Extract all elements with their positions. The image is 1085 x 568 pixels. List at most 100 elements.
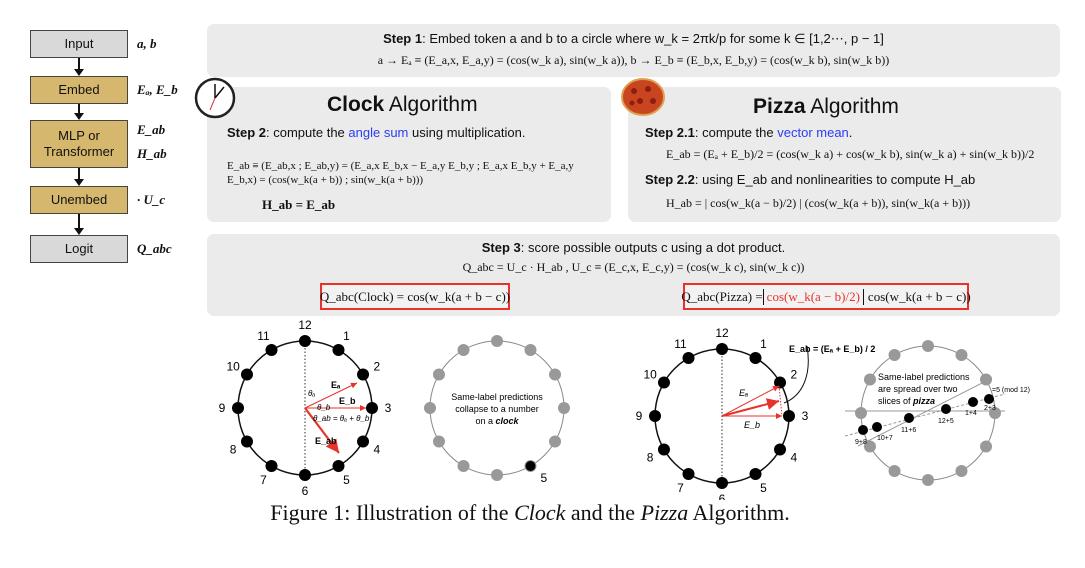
collapse-emphasis: clock: [496, 416, 520, 426]
prediction-dot: [858, 425, 868, 435]
hour-dot: [980, 440, 993, 453]
hour-dot: [491, 335, 503, 347]
caption-post: Algorithm.: [688, 500, 790, 525]
label-ea: Eₐ: [331, 380, 341, 390]
hour-label: 12: [715, 326, 729, 340]
hour-dot: [888, 465, 901, 478]
hour-dot: [774, 376, 787, 389]
hour-dot: [265, 460, 278, 473]
hour-label: 8: [230, 443, 237, 457]
hour-dot: [649, 410, 661, 422]
hour-dot: [357, 435, 370, 448]
figure: Input Embed MLP or Transformer Unembed L…: [0, 0, 1085, 568]
hour-dot: [955, 348, 968, 361]
prediction-label: 12+5: [938, 418, 954, 425]
highlight-label: 5: [541, 471, 548, 485]
hour-dot: [657, 376, 670, 389]
label-ea: Eₐ: [739, 388, 748, 398]
hour-label: 3: [385, 401, 392, 415]
hour-dot: [749, 468, 762, 481]
hour-dot: [888, 348, 901, 361]
collapse-line1: Same-label predictions: [451, 392, 543, 402]
hour-dot: [424, 402, 436, 414]
hour-dot: [682, 351, 695, 364]
mod-label: =5 (mod 12): [992, 387, 1030, 394]
hour-dot: [783, 410, 795, 422]
hour-label: 6: [302, 484, 309, 498]
hour-dot: [749, 351, 762, 364]
hour-label: 3: [802, 409, 809, 423]
vector-eab: [721, 398, 780, 417]
prediction-label: 2+3: [984, 405, 996, 412]
hour-dot: [332, 460, 345, 473]
hour-label: 1: [760, 337, 767, 351]
hour-label: 12: [298, 318, 312, 332]
hour-dot: [491, 469, 503, 481]
hour-dot: [240, 368, 253, 381]
hour-dot: [657, 443, 670, 456]
hour-label: 7: [260, 473, 267, 487]
circle-diagrams: 121234567891011EₐE_bE_abθₐθ_bθ_ab = θₐ +…: [219, 318, 1030, 500]
spread-emphasis: pizza: [912, 396, 935, 406]
prediction-label: 11+6: [901, 427, 916, 434]
caption-mid: and the: [565, 500, 641, 525]
hour-dot: [549, 368, 562, 381]
collapse-line2: collapse to a number: [455, 404, 539, 414]
hour-label: 9: [636, 409, 643, 423]
hour-label: 2: [791, 368, 798, 382]
hour-dot: [432, 368, 445, 381]
hour-label: 6: [719, 492, 726, 500]
hour-label: 5: [760, 481, 767, 495]
hour-dot: [357, 368, 370, 381]
label-eab: E_ab: [315, 436, 337, 446]
hour-dot: [855, 407, 867, 419]
figure-caption: Figure 1: Illustration of the Clock and …: [0, 500, 1060, 526]
hour-label: 10: [643, 368, 657, 382]
hour-label: 10: [226, 360, 240, 374]
caption-pre: Figure 1: Illustration of the: [270, 500, 515, 525]
hour-label: 5: [343, 473, 350, 487]
hour-dot: [774, 443, 787, 456]
label-eb: E_b: [339, 396, 356, 406]
hour-dot: [299, 335, 311, 347]
hour-dot: [332, 343, 345, 356]
hour-dot: [366, 402, 378, 414]
hour-dot: [549, 435, 562, 448]
hour-dot: [558, 402, 570, 414]
hour-label: 4: [791, 451, 798, 465]
hour-label: 11: [257, 329, 270, 343]
hour-dot: [240, 435, 253, 448]
prediction-label: 1+4: [965, 410, 977, 417]
mean-guide: [778, 385, 783, 417]
hour-label: 8: [647, 451, 654, 465]
hour-label: 1: [343, 329, 350, 343]
collapse-line3: on a clock: [475, 416, 519, 426]
hour-dot: [432, 435, 445, 448]
prediction-label: 9+8: [855, 439, 867, 446]
spread-line3: slices of pizza: [878, 396, 935, 406]
hour-dot: [524, 343, 537, 356]
prediction-dot: [984, 394, 994, 404]
label-theta-a: θₐ: [308, 389, 315, 398]
hour-dot: [922, 474, 934, 486]
prediction-dot: [904, 413, 914, 423]
caption-pizza: Pizza: [640, 500, 689, 525]
hour-label: 2: [374, 360, 381, 374]
hour-label: 7: [677, 481, 684, 495]
highlight-dot: [525, 461, 536, 472]
hour-dot: [299, 469, 311, 481]
prediction-label: 10+7: [877, 435, 893, 442]
hour-dot: [232, 402, 244, 414]
hour-dot: [682, 468, 695, 481]
hour-dot: [457, 460, 470, 473]
label-theta-sum: θ_ab = θₐ + θ_b: [313, 414, 370, 423]
hour-label: 4: [374, 443, 381, 457]
hour-label: 11: [674, 337, 687, 351]
hour-dot: [265, 343, 278, 356]
vector-ea: [721, 385, 780, 417]
prediction-dot: [872, 422, 882, 432]
hour-dot: [716, 477, 728, 489]
caption-clock: Clock: [514, 500, 566, 525]
hour-dot: [955, 465, 968, 478]
hour-dot: [457, 343, 470, 356]
